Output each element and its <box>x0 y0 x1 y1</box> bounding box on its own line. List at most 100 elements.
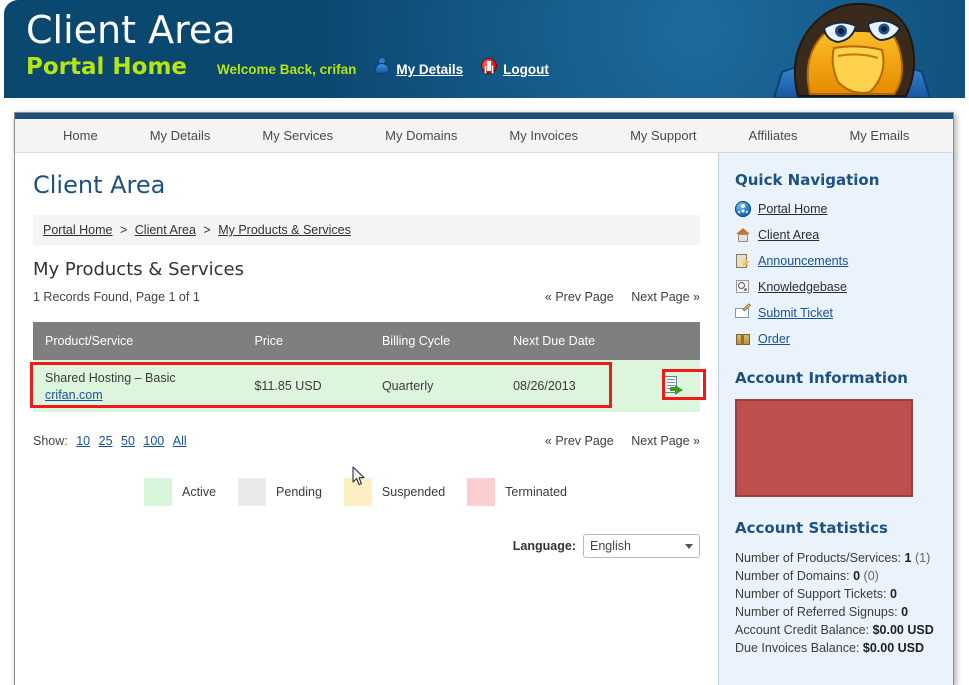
col-header-due-date: Next Due Date <box>501 322 634 360</box>
prev-page-link-top[interactable]: « Prev Page <box>545 290 614 304</box>
view-details-icon[interactable] <box>663 375 683 395</box>
records-pager-row: 1 Records Found, Page 1 of 1 « Prev Page… <box>33 290 700 304</box>
account-information-redacted-block <box>735 399 913 497</box>
legend-label-active: Active <box>181 485 217 499</box>
language-select[interactable]: English <box>583 534 700 558</box>
stat-value: 0 <box>901 605 909 619</box>
nav-tab-my-details[interactable]: My Details <box>124 119 237 152</box>
col-header-product: Product/Service <box>33 322 243 360</box>
nav-tab-my-emails[interactable]: My Emails <box>823 119 935 152</box>
breadcrumb-my-products-services[interactable]: My Products & Services <box>218 223 351 237</box>
product-name: Shared Hosting – Basic <box>45 370 176 385</box>
sidebar-item-label: Client Area <box>758 228 820 242</box>
legend-item-active: Active <box>143 478 217 506</box>
nav-tab-my-support[interactable]: My Support <box>604 119 722 152</box>
user-pawn-icon <box>374 58 390 74</box>
eagle-mascot-icon <box>772 2 932 98</box>
sidebar-item-portal-home[interactable]: Portal Home <box>735 201 953 217</box>
pager-top: « Prev Page Next Page » <box>531 290 700 304</box>
sidebar-item-label: Submit Ticket <box>758 306 834 320</box>
show-option-10[interactable]: 10 <box>76 434 90 448</box>
stat-domains: Number of Domains: 0 (0) <box>735 567 953 585</box>
globe-icon <box>735 201 751 217</box>
col-header-actions <box>633 322 700 360</box>
logout-link[interactable]: Logout <box>503 62 549 77</box>
status-legend: Active Pending Suspended Terminated <box>15 478 718 506</box>
show-option-100[interactable]: 100 <box>143 434 164 448</box>
legend-item-suspended: Suspended <box>343 478 446 506</box>
legend-label-pending: Pending <box>276 485 322 499</box>
table-header-row: Product/Service Price Billing Cycle Next… <box>33 322 700 360</box>
section-title: My Products & Services <box>33 259 245 280</box>
quick-navigation-title: Quick Navigation <box>735 171 880 189</box>
breadcrumb-portal-home[interactable]: Portal Home <box>43 223 112 237</box>
stat-value: 0 <box>853 569 861 583</box>
banner-welcome-text: Welcome Back, crifan <box>217 62 357 77</box>
my-details-link[interactable]: My Details <box>396 62 463 77</box>
account-statistics-title: Account Statistics <box>735 519 888 537</box>
cell-next-due-date: 08/26/2013 <box>501 360 634 412</box>
legend-item-pending: Pending <box>238 478 322 506</box>
nav-tab-my-services[interactable]: My Services <box>236 119 359 152</box>
legend-swatch-suspended <box>343 478 372 506</box>
stat-value: $0.00 USD <box>862 641 925 655</box>
nav-tab-affiliates[interactable]: Affiliates <box>723 119 824 152</box>
next-page-link-bottom[interactable]: Next Page » <box>631 434 700 448</box>
col-header-cycle: Billing Cycle <box>369 322 502 360</box>
site-banner: Client Area Portal Home Welcome Back, cr… <box>4 0 965 98</box>
banner-subrow: Portal Home Welcome Back, crifan My Deta… <box>26 54 549 80</box>
sidebar-item-submit-ticket[interactable]: Submit Ticket <box>735 305 953 321</box>
content-sidebar-split: Client Area Portal Home > Client Area > … <box>15 153 953 685</box>
stat-label: Account Credit Balance: <box>735 623 870 637</box>
stat-products-services: Number of Products/Services: 1 (1) <box>735 549 953 567</box>
sidebar-item-knowledgebase[interactable]: Knowledgebase <box>735 279 953 295</box>
sidebar-item-label: Portal Home <box>758 202 828 216</box>
account-information-title: Account Information <box>735 369 908 387</box>
sidebar-item-label: Order <box>758 332 790 346</box>
cell-price: $11.85 USD <box>242 360 370 412</box>
chevron-down-icon <box>685 543 693 549</box>
products-table-wrap: Product/Service Price Billing Cycle Next… <box>30 322 706 412</box>
table-row[interactable]: Shared Hosting – Basic crifan.com $11.85… <box>33 360 700 412</box>
show-entries-control: Show: 10 25 50 100 All <box>33 434 187 448</box>
show-option-50[interactable]: 50 <box>121 434 135 448</box>
sidebar-item-client-area[interactable]: Client Area <box>735 227 953 243</box>
page-root: Client Area Portal Home Welcome Back, cr… <box>0 0 969 685</box>
nav-tab-my-invoices[interactable]: My Invoices <box>483 119 604 152</box>
cell-actions <box>633 360 700 412</box>
envelope-pen-icon <box>735 305 751 321</box>
legend-swatch-active <box>143 478 172 506</box>
nav-tab-my-domains[interactable]: My Domains <box>359 119 483 152</box>
magnifier-icon <box>735 279 751 295</box>
app-window-frame: Home My Details My Services My Domains M… <box>14 112 954 685</box>
nav-tab-home[interactable]: Home <box>37 119 124 152</box>
products-table: Product/Service Price Billing Cycle Next… <box>33 322 700 412</box>
stat-label: Due Invoices Balance: <box>735 641 860 655</box>
announcement-icon <box>735 253 751 269</box>
stat-value: $0.00 USD <box>872 623 934 637</box>
show-option-all[interactable]: All <box>173 434 187 448</box>
breadcrumb-separator: > <box>119 223 128 237</box>
product-domain-link[interactable]: crifan.com <box>45 388 242 402</box>
products-table-head: Product/Service Price Billing Cycle Next… <box>33 322 700 360</box>
language-row: Language: English <box>15 534 700 558</box>
next-page-link-top[interactable]: Next Page » <box>631 290 700 304</box>
sidebar-item-order[interactable]: Order <box>735 331 953 347</box>
banner-portal-home: Portal Home <box>26 54 188 80</box>
breadcrumb: Portal Home > Client Area > My Products … <box>33 215 700 245</box>
arrow-head-shape <box>674 384 683 395</box>
stat-label: Number of Products/Services: <box>735 551 902 565</box>
sidebar-item-label: Announcements <box>758 254 849 268</box>
show-label: Show: <box>33 434 68 448</box>
stat-label: Number of Domains: <box>735 569 850 583</box>
banner-title: Client Area <box>26 8 236 52</box>
stat-value: 1 <box>904 551 912 565</box>
language-selected-value: English <box>590 539 631 553</box>
logout-badge-icon <box>481 58 497 74</box>
legend-label-suspended: Suspended <box>381 485 446 499</box>
prev-page-link-bottom[interactable]: « Prev Page <box>545 434 614 448</box>
sidebar-item-announcements[interactable]: Announcements <box>735 253 953 269</box>
stat-account-credit-balance: Account Credit Balance: $0.00 USD <box>735 621 953 639</box>
breadcrumb-client-area[interactable]: Client Area <box>135 223 196 237</box>
show-option-25[interactable]: 25 <box>99 434 113 448</box>
